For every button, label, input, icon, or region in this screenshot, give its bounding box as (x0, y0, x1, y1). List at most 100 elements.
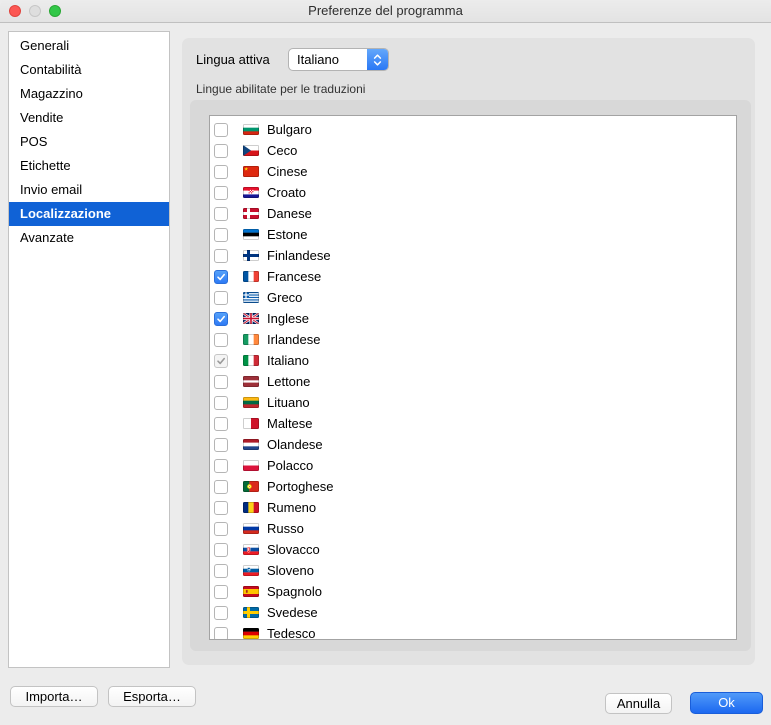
language-checkbox-lettone[interactable] (214, 375, 228, 389)
language-label: Portoghese (267, 479, 334, 494)
language-label: Irlandese (267, 332, 320, 347)
language-checkbox-francese[interactable] (214, 270, 228, 284)
minimize-button[interactable] (29, 5, 41, 17)
ok-button[interactable]: Ok (690, 692, 763, 714)
language-checkbox-maltese[interactable] (214, 417, 228, 431)
sidebar-item-label: Invio email (20, 182, 82, 197)
up-down-chevrons-icon (367, 49, 388, 70)
export-button[interactable]: Esporta… (108, 686, 196, 707)
language-label: Tedesco (267, 626, 315, 640)
main-panel: Lingua attiva Italiano Lingue abilitate … (182, 38, 755, 665)
language-checkbox-slovacco[interactable] (214, 543, 228, 557)
language-checkbox-rumeno[interactable] (214, 501, 228, 515)
language-row-russo[interactable]: Russo (210, 518, 736, 539)
sidebar-item-magazzino[interactable]: Magazzino (9, 82, 169, 106)
sidebar-item-pos[interactable]: POS (9, 130, 169, 154)
language-row-bulgaro[interactable]: Bulgaro (210, 119, 736, 140)
language-row-rumeno[interactable]: Rumeno (210, 497, 736, 518)
language-checkbox-portoghese[interactable] (214, 480, 228, 494)
language-row-francese[interactable]: Francese (210, 266, 736, 287)
preferences-window: Preferenze del programma GeneraliContabi… (0, 0, 771, 725)
active-language-select[interactable]: Italiano (288, 48, 389, 71)
language-checkbox-tedesco[interactable] (214, 627, 228, 641)
language-checkbox-olandese[interactable] (214, 438, 228, 452)
language-row-lettone[interactable]: Lettone (210, 371, 736, 392)
traffic-lights (9, 5, 61, 17)
flag-icon-netherlands (243, 439, 259, 450)
flag-icon-sweden (243, 607, 259, 618)
flag-icon-greece (243, 292, 259, 303)
sidebar: GeneraliContabilità Magazzino Vendite POS Et… (8, 31, 170, 668)
sidebar-item-invio-email[interactable]: Invio email (9, 178, 169, 202)
language-checkbox-bulgaro[interactable] (214, 123, 228, 137)
language-checkbox-sloveno[interactable] (214, 564, 228, 578)
language-row-spagnolo[interactable]: Spagnolo (210, 581, 736, 602)
language-row-lituano[interactable]: Lituano (210, 392, 736, 413)
language-checkbox-inglese[interactable] (214, 312, 228, 326)
language-label: Finlandese (267, 248, 331, 263)
cancel-button[interactable]: Annulla (605, 693, 672, 714)
language-row-sloveno[interactable]: Sloveno (210, 560, 736, 581)
sidebar-item-etichette[interactable]: Etichette (9, 154, 169, 178)
language-checkbox-polacco[interactable] (214, 459, 228, 473)
flag-icon-china (243, 166, 259, 177)
sidebar-item-label: Magazzino (20, 86, 83, 101)
language-checkbox-greco[interactable] (214, 291, 228, 305)
active-language-value: Italiano (297, 49, 339, 70)
language-label: Spagnolo (267, 584, 322, 599)
sidebar-item-label: POS (20, 134, 47, 149)
zoom-button[interactable] (49, 5, 61, 17)
language-row-portoghese[interactable]: Portoghese (210, 476, 736, 497)
language-row-inglese[interactable]: Inglese (210, 308, 736, 329)
sidebar-item-localizzazione[interactable]: Localizzazione (9, 202, 169, 226)
language-label: Polacco (267, 458, 313, 473)
language-label: Russo (267, 521, 304, 536)
sidebar-item-vendite[interactable]: Vendite (9, 106, 169, 130)
language-checkbox-finlandese[interactable] (214, 249, 228, 263)
flag-icon-slovakia (243, 544, 259, 555)
language-row-cinese[interactable]: Cinese (210, 161, 736, 182)
flag-icon-malta (243, 418, 259, 429)
language-row-estone[interactable]: Estone (210, 224, 736, 245)
language-checkbox-spagnolo[interactable] (214, 585, 228, 599)
language-checkbox-cinese[interactable] (214, 165, 228, 179)
language-checkbox-lituano[interactable] (214, 396, 228, 410)
language-label: Lettone (267, 374, 310, 389)
language-row-polacco[interactable]: Polacco (210, 455, 736, 476)
language-checkbox-irlandese[interactable] (214, 333, 228, 347)
language-row-slovacco[interactable]: Slovacco (210, 539, 736, 560)
language-checkbox-estone[interactable] (214, 228, 228, 242)
language-row-tedesco[interactable]: Tedesco (210, 623, 736, 640)
language-row-ceco[interactable]: Ceco (210, 140, 736, 161)
titlebar[interactable]: Preferenze del programma (0, 0, 771, 23)
language-checkbox-ceco[interactable] (214, 144, 228, 158)
import-button[interactable]: Importa… (10, 686, 98, 707)
language-checkbox-russo[interactable] (214, 522, 228, 536)
sidebar-item-label: Localizzazione (20, 206, 111, 221)
language-row-greco[interactable]: Greco (210, 287, 736, 308)
sidebar-item-contabilità[interactable]: Contabilità (9, 58, 169, 82)
language-label: Bulgaro (267, 122, 312, 137)
language-checkbox-italiano (214, 354, 228, 368)
close-button[interactable] (9, 5, 21, 17)
language-checkbox-croato[interactable] (214, 186, 228, 200)
language-row-svedese[interactable]: Svedese (210, 602, 736, 623)
flag-icon-uk (243, 313, 259, 324)
sidebar-item-avanzate[interactable]: Avanzate (9, 226, 169, 250)
language-row-irlandese[interactable]: Irlandese (210, 329, 736, 350)
language-row-danese[interactable]: Danese (210, 203, 736, 224)
language-row-olandese[interactable]: Olandese (210, 434, 736, 455)
flag-icon-russia (243, 523, 259, 534)
language-checkbox-danese[interactable] (214, 207, 228, 221)
flag-icon-romania (243, 502, 259, 513)
language-row-italiano[interactable]: Italiano (210, 350, 736, 371)
language-row-finlandese[interactable]: Finlandese (210, 245, 736, 266)
sidebar-item-generali[interactable]: Generali (9, 34, 169, 58)
language-checkbox-svedese[interactable] (214, 606, 228, 620)
flag-icon-croatia (243, 187, 259, 198)
language-row-maltese[interactable]: Maltese (210, 413, 736, 434)
flag-icon-ireland (243, 334, 259, 345)
language-label: Lituano (267, 395, 310, 410)
language-row-croato[interactable]: Croato (210, 182, 736, 203)
language-label: Slovacco (267, 542, 320, 557)
